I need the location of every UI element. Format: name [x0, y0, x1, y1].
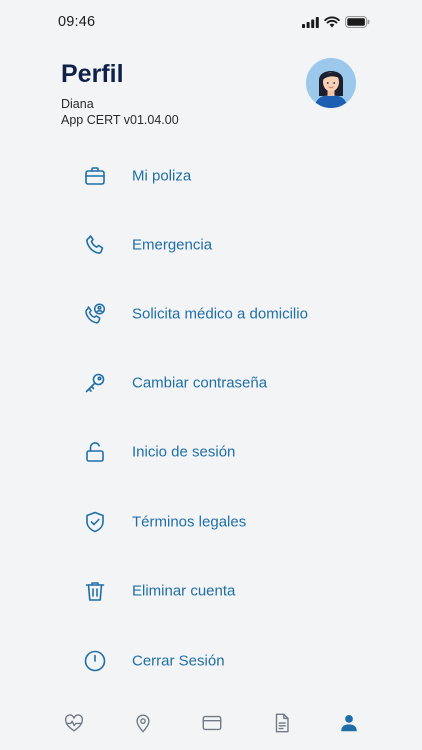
menu-label-medico-domicilio: Solicita médico a domicilio	[132, 305, 308, 323]
nav-health[interactable]	[61, 712, 87, 738]
key-icon	[82, 370, 108, 396]
status-bar: 09:46	[0, 0, 422, 46]
document-icon	[271, 712, 293, 739]
menu-item-medico-domicilio[interactable]: Solicita médico a domicilio	[70, 289, 370, 339]
menu-label-inicio-sesion: Inicio de sesión	[132, 443, 236, 461]
status-icons	[302, 16, 370, 28]
nav-location[interactable]	[130, 712, 156, 738]
menu-item-cambiar-contrasena[interactable]: Cambiar contraseña	[70, 358, 370, 408]
menu-item-eliminar-cuenta[interactable]: Eliminar cuenta	[70, 566, 370, 616]
battery-icon	[345, 16, 370, 28]
menu-label-mi-poliza: Mi poliza	[132, 167, 192, 185]
page-title: Perfil	[61, 60, 124, 88]
trash-icon	[82, 578, 108, 604]
nav-card[interactable]	[199, 712, 225, 738]
menu-item-emergencia[interactable]: Emergencia	[70, 220, 370, 270]
menu-label-terminos-legales: Términos legales	[132, 513, 247, 531]
menu-item-terminos-legales[interactable]: Términos legales	[70, 497, 370, 547]
menu-label-cambiar-contrasena: Cambiar contraseña	[132, 374, 268, 392]
power-icon	[82, 648, 108, 674]
profile-icon	[338, 712, 360, 739]
unlock-icon	[82, 439, 108, 465]
avatar[interactable]	[306, 58, 356, 108]
card-icon	[201, 712, 223, 739]
wifi-icon	[324, 16, 340, 28]
menu-item-cerrar-sesion[interactable]: Cerrar Sesión	[70, 636, 370, 686]
signal-icon	[302, 16, 319, 28]
phone-doctor-icon	[82, 301, 108, 327]
menu-item-mi-poliza[interactable]: Mi poliza	[70, 151, 370, 201]
location-pin-icon	[132, 712, 154, 739]
bottom-nav	[0, 700, 422, 750]
phone-icon	[82, 232, 108, 258]
nav-documents[interactable]	[269, 712, 295, 738]
menu-label-eliminar-cuenta: Eliminar cuenta	[132, 582, 236, 600]
nav-profile[interactable]	[336, 712, 362, 738]
app-version: App CERT v01.04.00	[61, 113, 179, 127]
user-name: Diana	[61, 97, 94, 111]
shield-check-icon	[82, 509, 108, 535]
briefcase-icon	[82, 163, 108, 189]
heart-pulse-icon	[63, 712, 85, 739]
menu-label-cerrar-sesion: Cerrar Sesión	[132, 652, 225, 670]
menu-item-inicio-sesion[interactable]: Inicio de sesión	[70, 427, 370, 477]
status-time: 09:46	[58, 14, 96, 30]
menu-label-emergencia: Emergencia	[132, 236, 213, 254]
